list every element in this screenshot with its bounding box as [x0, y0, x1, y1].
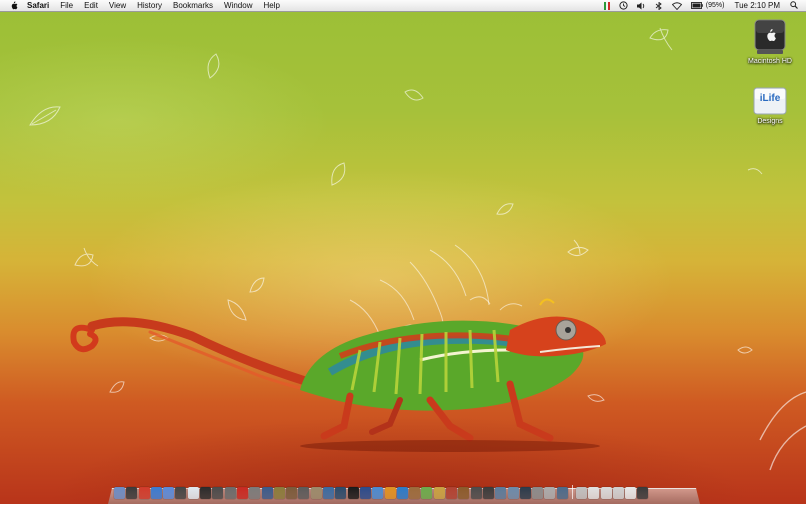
leaf-decor — [567, 239, 589, 256]
desktop-icon-designs[interactable]: iLife Designs — [740, 86, 800, 125]
dock-app-icon[interactable] — [446, 487, 458, 499]
dock-app-icon[interactable] — [588, 487, 600, 499]
menu-bar: Safari File Edit View History Bookmarks … — [0, 0, 806, 12]
dock-app-icon[interactable] — [372, 487, 384, 499]
dock-app-icon[interactable] — [175, 487, 187, 499]
battery-icon[interactable]: (95%) — [690, 2, 725, 9]
dock-app-icon[interactable] — [575, 487, 587, 499]
flag-icon[interactable] — [603, 1, 610, 10]
dock-app-icon[interactable] — [249, 487, 261, 499]
dock-app-icon[interactable] — [323, 487, 335, 499]
dock-app-icon[interactable] — [273, 487, 285, 499]
chameleon-artwork — [29, 27, 806, 471]
dock-separator — [571, 485, 573, 499]
dock-app-icon[interactable] — [126, 487, 138, 499]
menu-bookmarks[interactable]: Bookmarks — [173, 0, 213, 12]
dock-app-icon[interactable] — [495, 487, 507, 499]
dock-app-icon[interactable] — [519, 487, 531, 499]
leaf-decor — [227, 299, 247, 321]
spotlight-search-icon[interactable] — [790, 0, 798, 11]
desktop-icon-label: Macintosh HD — [748, 58, 792, 65]
dock-app-icon[interactable] — [298, 487, 310, 499]
dock-app-icon[interactable] — [187, 487, 199, 499]
dock-app-icon[interactable] — [310, 487, 322, 499]
ilife-badge-text: iLife — [759, 93, 781, 104]
dock-icons — [114, 485, 650, 499]
dock-app-icon[interactable] — [532, 487, 544, 499]
leaf-decor — [29, 106, 61, 126]
volume-icon[interactable] — [636, 2, 646, 10]
leaf-decor — [649, 27, 673, 51]
dock-app-icon[interactable] — [236, 487, 248, 499]
leaf-decor — [249, 277, 265, 293]
leaf-decor — [404, 89, 424, 101]
menu-edit[interactable]: Edit — [84, 0, 98, 12]
dock-app-icon[interactable] — [433, 487, 445, 499]
desktop-icon-label: Designs — [757, 118, 783, 125]
menu-app-safari[interactable]: Safari — [27, 0, 49, 12]
dock-app-icon[interactable] — [150, 487, 162, 499]
leaf-decor — [759, 391, 806, 471]
menu-extras: (95%) Tue 2:10 PM — [595, 0, 806, 12]
time-machine-icon[interactable] — [619, 1, 628, 10]
dock-app-icon[interactable] — [470, 487, 482, 499]
dock-app-icon[interactable] — [409, 487, 421, 499]
wifi-icon[interactable] — [671, 1, 682, 10]
dock-app-icon[interactable] — [556, 487, 568, 499]
ilife-folder-icon: iLife — [753, 86, 787, 116]
battery-percent: (95%) — [705, 2, 725, 9]
dock-app-icon[interactable] — [600, 487, 612, 499]
dock-app-icon[interactable] — [396, 487, 408, 499]
menu-help[interactable]: Help — [263, 0, 279, 12]
menu-file[interactable]: File — [60, 0, 73, 12]
dock-app-icon[interactable] — [625, 487, 637, 499]
dock — [108, 482, 700, 504]
dock-app-icon[interactable] — [163, 487, 175, 499]
dock-app-icon[interactable] — [114, 487, 125, 499]
dock-app-icon[interactable] — [286, 487, 298, 499]
leaf-decor — [496, 203, 514, 215]
leaf-decor — [109, 381, 125, 393]
menu-clock[interactable]: Tue 2:10 PM — [734, 1, 780, 10]
leaf-decor — [331, 162, 346, 186]
desktop-wallpaper — [0, 0, 806, 504]
leaf-decor — [207, 53, 220, 79]
dock-app-icon[interactable] — [335, 487, 347, 499]
dock-app-icon[interactable] — [138, 487, 150, 499]
dock-app-icon[interactable] — [482, 487, 494, 499]
dock-app-icon[interactable] — [637, 487, 649, 499]
desktop-icon-macintosh-hd[interactable]: Macintosh HD — [740, 18, 800, 65]
dock-app-icon[interactable] — [224, 487, 236, 499]
dock-app-icon[interactable] — [384, 487, 396, 499]
menu-history[interactable]: History — [137, 0, 162, 12]
dock-app-icon[interactable] — [261, 487, 273, 499]
leaf-decor — [74, 247, 99, 267]
dock-app-icon[interactable] — [458, 487, 470, 499]
dock-app-icon[interactable] — [200, 487, 212, 499]
bluetooth-icon[interactable] — [655, 1, 663, 10]
leaf-decor — [587, 394, 605, 402]
leaf-decor — [737, 346, 753, 354]
menu-view[interactable]: View — [109, 0, 126, 12]
dock-app-icon[interactable] — [507, 487, 519, 499]
leaf-decor — [747, 168, 763, 175]
dock-app-icon[interactable] — [421, 487, 433, 499]
menu-window[interactable]: Window — [224, 0, 252, 12]
dock-app-icon[interactable] — [612, 487, 624, 499]
hard-drive-icon — [753, 18, 787, 56]
dock-app-icon[interactable] — [347, 487, 359, 499]
dock-app-icon[interactable] — [359, 487, 371, 499]
apple-logo-icon[interactable] — [9, 1, 19, 11]
dock-app-icon[interactable] — [544, 487, 556, 499]
dock-app-icon[interactable] — [212, 487, 224, 499]
